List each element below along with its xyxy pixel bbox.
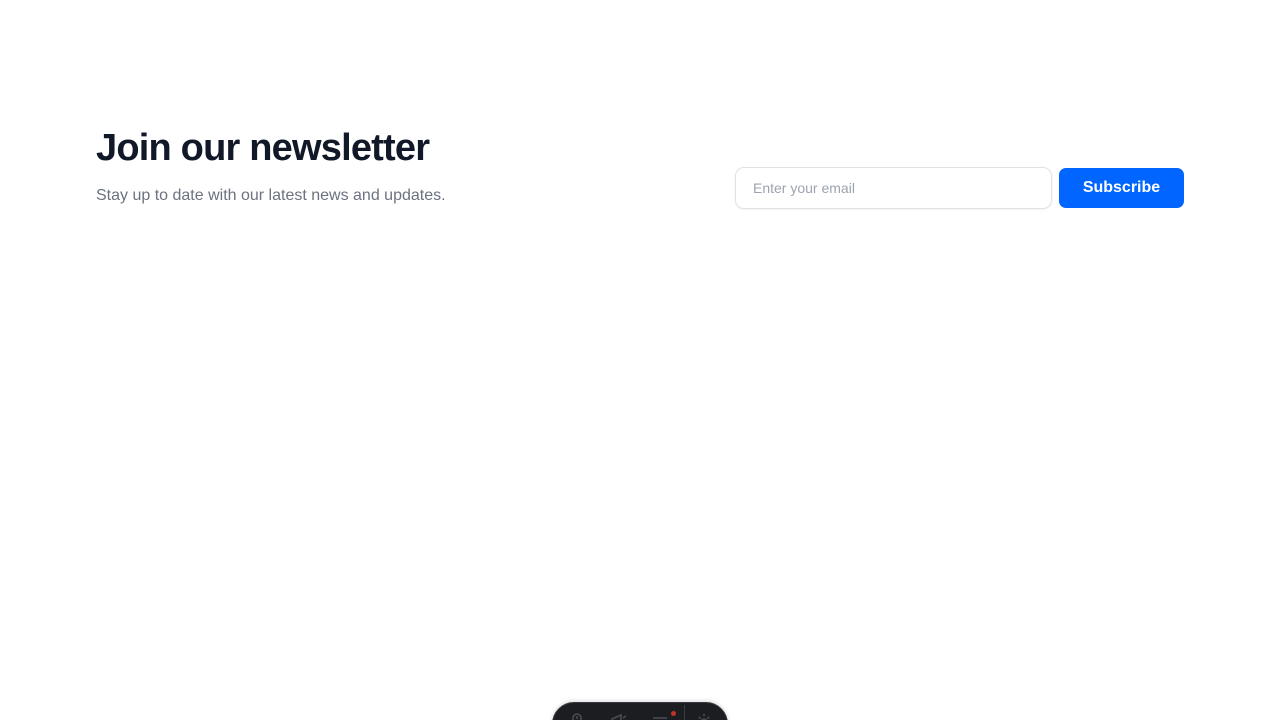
email-input[interactable]: [735, 167, 1052, 209]
floating-toolbar: [552, 702, 728, 720]
page: Join our newsletter Stay up to date with…: [0, 0, 1280, 720]
notification-dot: [671, 711, 676, 716]
newsletter-form: Subscribe: [735, 167, 1184, 209]
newsletter-section: Join our newsletter Stay up to date with…: [96, 126, 1184, 216]
newsletter-subtext: Stay up to date with our latest news and…: [96, 187, 446, 204]
gear-icon[interactable]: [694, 711, 714, 720]
megaphone-icon[interactable]: [609, 711, 629, 720]
mouse-icon[interactable]: [567, 711, 587, 720]
subscribe-button[interactable]: Subscribe: [1059, 168, 1184, 208]
toolbar-divider: [684, 705, 685, 720]
newsletter-heading: Join our newsletter: [96, 127, 430, 169]
menu-icon[interactable]: [651, 711, 671, 720]
